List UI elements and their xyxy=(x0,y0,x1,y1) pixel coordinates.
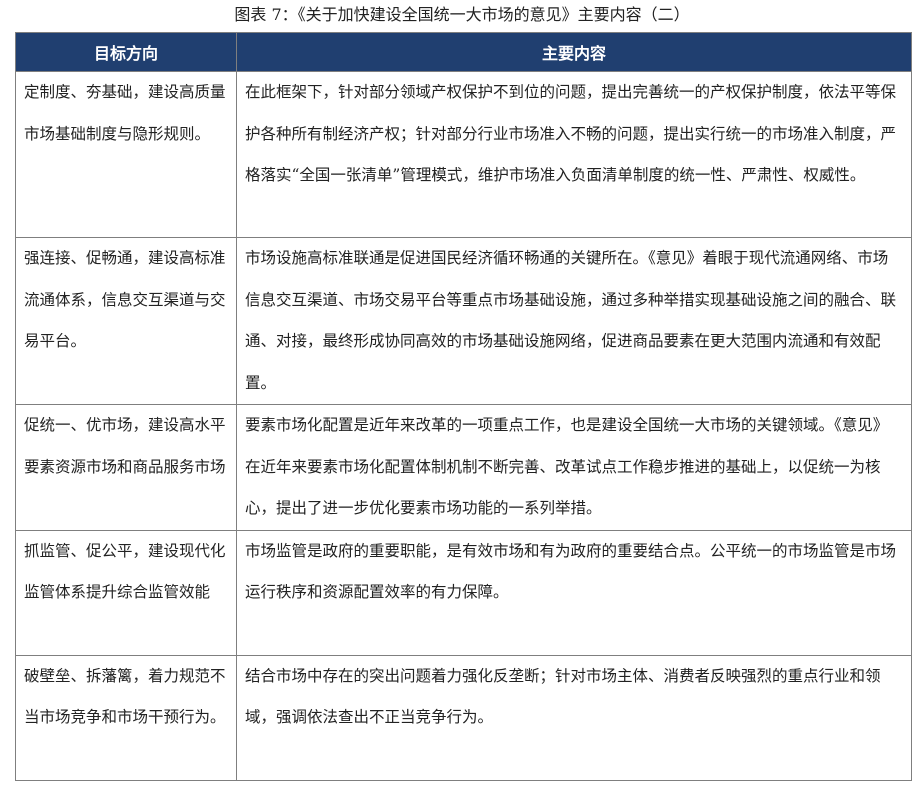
table-header-row: 目标方向 主要内容 xyxy=(15,32,912,72)
table-row: 定制度、夯基础，建设高质量市场基础制度与隐形规则。 在此框架下，针对部分领域产权… xyxy=(15,71,912,238)
table-row: 促统一、优市场，建设高水平要素资源市场和商品服务市场 要素市场化配置是近年来改革… xyxy=(15,404,912,531)
content-cell: 在此框架下，针对部分领域产权保护不到位的问题，提出完善统一的产权保护制度，依法平… xyxy=(236,71,912,238)
column-header-direction: 目标方向 xyxy=(15,32,237,72)
direction-cell: 强连接、促畅通，建设高标准流通体系，信息交互渠道与交易平台。 xyxy=(15,237,237,405)
direction-cell: 破壁垒、拆藩篱，着力规范不当市场竞争和市场干预行为。 xyxy=(15,654,237,781)
content-table: 目标方向 主要内容 定制度、夯基础，建设高质量市场基础制度与隐形规则。 在此框架… xyxy=(15,32,912,781)
content-cell: 市场设施高标准联通是促进国民经济循环畅通的关键所在。《意见》着眼于现代流通网络、… xyxy=(236,237,912,405)
direction-cell: 定制度、夯基础，建设高质量市场基础制度与隐形规则。 xyxy=(15,71,237,238)
direction-cell: 抓监管、促公平，建设现代化监管体系提升综合监管效能 xyxy=(15,529,237,656)
content-cell: 要素市场化配置是近年来改革的一项重点工作，也是建设全国统一大市场的关键领域。《意… xyxy=(236,404,912,531)
content-cell: 结合市场中存在的突出问题着力强化反垄断；针对市场主体、消费者反映强烈的重点行业和… xyxy=(236,654,912,781)
direction-cell: 促统一、优市场，建设高水平要素资源市场和商品服务市场 xyxy=(15,404,237,531)
table-row: 破壁垒、拆藩篱，着力规范不当市场竞争和市场干预行为。 结合市场中存在的突出问题着… xyxy=(15,654,912,781)
table-row: 抓监管、促公平，建设现代化监管体系提升综合监管效能 市场监管是政府的重要职能，是… xyxy=(15,529,912,656)
content-cell: 市场监管是政府的重要职能，是有效市场和有为政府的重要结合点。公平统一的市场监管是… xyxy=(236,529,912,656)
column-header-content: 主要内容 xyxy=(236,32,912,72)
table-row: 强连接、促畅通，建设高标准流通体系，信息交互渠道与交易平台。 市场设施高标准联通… xyxy=(15,237,912,405)
figure-caption: 图表 7：《关于加快建设全国统一大市场的意见》主要内容（二） xyxy=(234,5,690,24)
